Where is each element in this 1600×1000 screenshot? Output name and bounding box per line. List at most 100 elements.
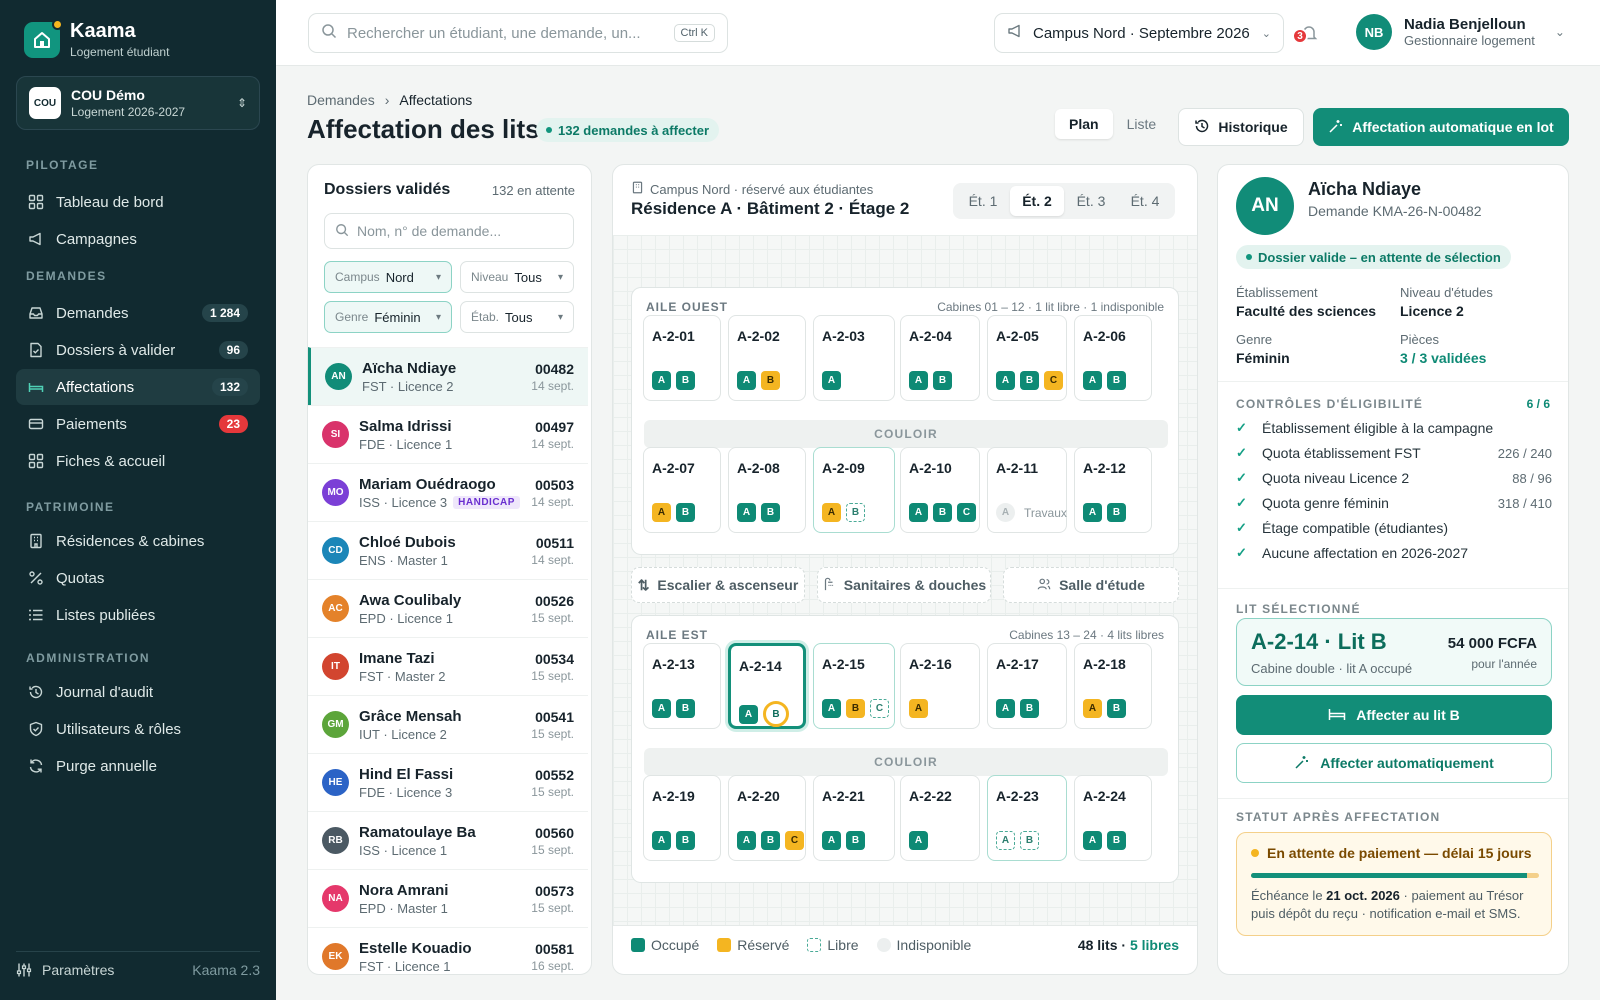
student-row[interactable]: HE Hind El Fassi FDE · Licence 3 00552 1… — [308, 753, 588, 811]
filter-campus[interactable]: Campus Nord ▾ — [324, 261, 452, 293]
cabin-number: A-2-03 — [822, 328, 865, 344]
user-name: Nadia Benjelloun — [1404, 16, 1526, 33]
cabin-a-2-14[interactable]: A-2-14 A B — [728, 643, 806, 729]
bed-b: B — [761, 371, 780, 390]
sidebar-item-users-roles[interactable]: Utilisateurs & rôles — [16, 711, 260, 747]
view-plan-tab[interactable]: Plan — [1055, 109, 1113, 139]
student-row[interactable]: AC Awa Coulibaly EPD · Licence 1 00526 1… — [308, 579, 588, 637]
batch-auto-assign-button[interactable]: Affectation automatique en lot — [1313, 108, 1569, 146]
cabin-a-2-05[interactable]: A-2-05 A B C — [987, 315, 1067, 401]
breadcrumb-root[interactable]: Demandes — [307, 92, 375, 108]
bed-c[interactable]: C — [870, 699, 889, 718]
sidebar-item-files-to-validate[interactable]: Dossiers à valider 96 — [16, 332, 260, 368]
organization-switcher[interactable]: COU COU Démo Logement 2026-2027 ⇕ — [16, 76, 260, 130]
bed-b: B — [846, 831, 865, 850]
cabin-a-2-24[interactable]: A-2-24 A B — [1074, 775, 1152, 861]
sidebar-item-quotas[interactable]: Quotas — [16, 560, 260, 596]
auto-assign-button[interactable]: Affecter automatiquement — [1236, 743, 1552, 783]
bed-a: A — [737, 371, 756, 390]
cabin-a-2-20[interactable]: A-2-20 A B C — [728, 775, 806, 861]
cabin-a-2-13[interactable]: A-2-13 A B — [643, 643, 721, 729]
sidebar-item-reception[interactable]: Fiches & accueil — [16, 443, 260, 479]
divider — [1218, 381, 1568, 382]
cabin-a-2-06[interactable]: A-2-06 A B — [1074, 315, 1152, 401]
search-shortcut: Ctrl K — [673, 24, 715, 42]
bed-b[interactable]: B — [846, 503, 865, 522]
cabin-a-2-02[interactable]: A-2-02 A B — [728, 315, 806, 401]
chevron-right-icon: › — [384, 92, 390, 108]
building-icon — [28, 533, 44, 549]
student-row[interactable]: IT Imane Tazi FST · Master 2 00534 15 se… — [308, 637, 588, 695]
cabin-a-2-18[interactable]: A-2-18 A B — [1074, 643, 1152, 729]
tab-floor-3[interactable]: Ét. 3 — [1064, 186, 1118, 216]
cabin-a-2-08[interactable]: A-2-08 A B — [728, 447, 806, 533]
bed-a: A — [1083, 831, 1102, 850]
check-value: 88 / 96 — [1512, 470, 1552, 486]
cabin-a-2-17[interactable]: A-2-17 A B — [987, 643, 1067, 729]
cabin-a-2-21[interactable]: A-2-21 A B — [813, 775, 895, 861]
amenity-label: Escalier & ascenseur — [657, 577, 799, 593]
pending-requests-badge: 132 demandes à affecter — [536, 118, 720, 142]
notifications-button[interactable]: 3 — [1292, 22, 1320, 46]
student-row[interactable]: SI Salma Idrissi FDE · Licence 1 00497 1… — [308, 405, 588, 463]
bed-b[interactable]: B — [763, 701, 789, 727]
sidebar-item-requests[interactable]: Demandes 1 284 — [16, 295, 260, 331]
sidebar-item-assignments[interactable]: Affectations 132 — [16, 369, 260, 405]
filter-level[interactable]: Niveau Tous ▾ — [460, 261, 574, 293]
tab-floor-4[interactable]: Ét. 4 — [1118, 186, 1172, 216]
cabin-a-2-11[interactable]: A-2-11 A Travaux — [987, 447, 1067, 533]
assign-bed-label: Affecter au lit B — [1356, 707, 1460, 723]
cabin-a-2-16[interactable]: A-2-16 A — [900, 643, 980, 729]
cabin-a-2-19[interactable]: A-2-19 A B — [643, 775, 721, 861]
filter-establishment[interactable]: Étab. Tous ▾ — [460, 301, 574, 333]
student-search-input[interactable]: Nom, n° de demande... — [324, 213, 574, 249]
sidebar-item-residences[interactable]: Résidences & cabines — [16, 523, 260, 559]
sidebar-item-payments[interactable]: Paiements 23 — [16, 406, 260, 442]
cabin-a-2-04[interactable]: A-2-04 A B — [900, 315, 980, 401]
cabin-number: A-2-21 — [822, 788, 865, 804]
user-menu[interactable]: NB Nadia Benjelloun Gestionnaire logemen… — [1356, 14, 1565, 50]
student-row[interactable]: NA Nora Amrani EPD · Master 1 00573 15 s… — [308, 869, 588, 927]
view-list-tab[interactable]: Liste — [1113, 109, 1171, 139]
sidebar-item-annual-purge[interactable]: Purge annuelle — [16, 748, 260, 784]
cabin-a-2-22[interactable]: A-2-22 A — [900, 775, 980, 861]
legend-unavailable: Indisponible — [876, 937, 971, 953]
cabin-a-2-23[interactable]: A-2-23 A B — [987, 775, 1067, 861]
global-search-input[interactable]: Rechercher un étudiant, une demande, un.… — [308, 13, 728, 53]
brand[interactable]: Kaama Logement étudiant — [24, 18, 169, 59]
bed-a[interactable]: A — [996, 831, 1015, 850]
assign-bed-button[interactable]: Affecter au lit B — [1236, 695, 1552, 735]
student-row[interactable]: CD Chloé Dubois ENS · Master 1 00511 14 … — [308, 521, 588, 579]
sidebar-item-audit-log[interactable]: Journal d'audit — [16, 674, 260, 710]
student-row[interactable]: MO Mariam Ouédraogo ISS · Licence 3 HANDI… — [308, 463, 588, 521]
sidebar-item-campaigns[interactable]: Campagnes — [16, 221, 260, 257]
sidebar-item-dashboard[interactable]: Tableau de bord — [16, 184, 260, 220]
student-row[interactable]: EK Estelle Kouadio FST · Licence 1 00581… — [308, 927, 588, 974]
cabin-number: A-2-09 — [822, 460, 865, 476]
student-row[interactable]: RB Ramatoulaye Ba ISS · Licence 1 00560 … — [308, 811, 588, 869]
bed-c: C — [957, 503, 976, 522]
request-number: 00503 — [535, 476, 574, 493]
student-row[interactable]: AN Aïcha Ndiaye FST · Licence 2 00482 14… — [308, 347, 588, 405]
cabin-a-2-07[interactable]: A-2-07 A B — [643, 447, 721, 533]
shower-icon — [822, 577, 836, 594]
cabin-a-2-03[interactable]: A-2-03 A — [813, 315, 895, 401]
filter-gender[interactable]: Genre Féminin ▾ — [324, 301, 452, 333]
campus-selector[interactable]: Campus Nord · Septembre 2026 ⌄ — [994, 13, 1284, 53]
cabin-a-2-10[interactable]: A-2-10 A B C — [900, 447, 980, 533]
history-button[interactable]: Historique — [1178, 108, 1304, 146]
tab-floor-1[interactable]: Ét. 1 — [956, 186, 1010, 216]
settings-link[interactable]: Paramètres Kaama 2.3 — [16, 962, 260, 978]
history-icon — [28, 684, 44, 700]
nav-section-administration: ADMINISTRATION — [26, 651, 151, 665]
cabin-a-2-12[interactable]: A-2-12 A B — [1074, 447, 1152, 533]
cabin-a-2-01[interactable]: A-2-01 A B — [643, 315, 721, 401]
student-row[interactable]: GM Grâce Mensah IUT · Licence 2 00541 15… — [308, 695, 588, 753]
cabin-a-2-09[interactable]: A-2-09 A B — [813, 447, 895, 533]
tab-floor-2[interactable]: Ét. 2 — [1010, 186, 1064, 216]
bed-b[interactable]: B — [1020, 831, 1039, 850]
sidebar-item-label: Demandes — [56, 304, 129, 322]
sidebar-item-published-lists[interactable]: Listes publiées — [16, 597, 260, 633]
cabin-a-2-15[interactable]: A-2-15 A B C — [813, 643, 895, 729]
request-date: 15 sept. — [531, 900, 574, 915]
